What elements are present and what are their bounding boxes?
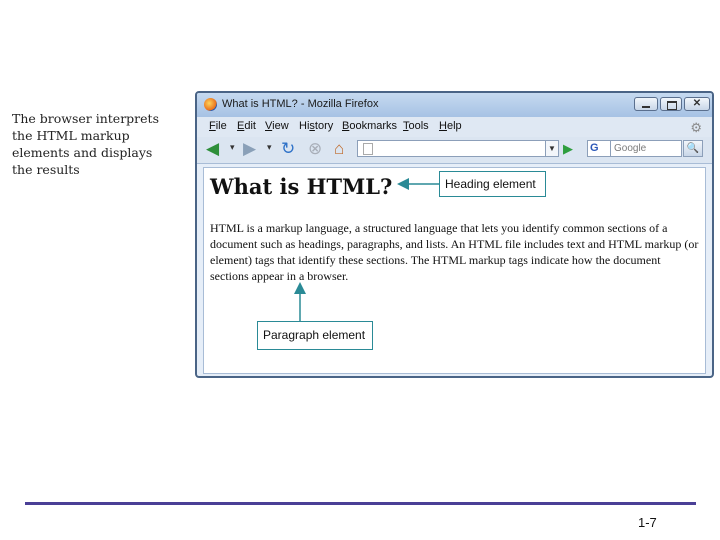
search-button[interactable]: 🔍 <box>683 140 703 157</box>
close-button[interactable]: ✕ <box>684 97 710 111</box>
menu-accel: H <box>439 120 447 132</box>
menu-edit[interactable]: Edit <box>237 120 256 132</box>
menu-bar: File Edit View History Bookmarks Tools H… <box>197 117 712 137</box>
page-icon <box>363 143 373 155</box>
url-dropdown-icon[interactable]: ▼ <box>545 140 559 157</box>
page-number: 1-7 <box>638 515 657 530</box>
search-engine-button[interactable]: G <box>587 140 611 157</box>
caption-line: elements and displays <box>12 145 153 160</box>
menu-bookmarks[interactable]: Bookmarks <box>342 120 397 132</box>
menu-view[interactable]: View <box>265 120 289 132</box>
home-icon[interactable]: ⌂ <box>334 139 344 159</box>
forward-dropdown-icon[interactable]: ▾ <box>267 142 272 153</box>
caption-line: the results <box>12 162 80 177</box>
window-title: What is HTML? - Mozilla Firefox <box>222 98 379 110</box>
menu-label: elp <box>446 120 462 132</box>
google-icon: G <box>590 142 599 154</box>
page-paragraph: HTML is a markup language, a structured … <box>210 221 699 283</box>
stop-icon[interactable]: ⊗ <box>308 139 322 159</box>
menu-label: Hi <box>299 120 310 132</box>
gear-icon[interactable]: ⚙ <box>690 120 702 136</box>
back-icon[interactable]: ◀ <box>206 139 219 159</box>
menu-label: tory <box>314 120 334 132</box>
menu-tools[interactable]: Tools <box>403 120 429 132</box>
menu-help[interactable]: Help <box>439 120 462 132</box>
minimize-button[interactable] <box>634 97 658 111</box>
navigation-toolbar: ◀ ▾ ▶ ▾ ↻ ⊗ ⌂ ▼ ▶ G Google 🔍 <box>197 137 712 164</box>
close-icon: ✕ <box>692 98 702 109</box>
menu-accel: F <box>209 120 216 132</box>
menu-history[interactable]: History <box>299 120 333 132</box>
side-caption: The browser interprets the HTML markup e… <box>12 110 182 178</box>
caption-line: The browser interprets <box>12 111 159 126</box>
heading-element-callout: Heading element <box>439 171 546 197</box>
menu-label: ookmarks <box>349 120 398 132</box>
page-heading: What is HTML? <box>210 174 393 199</box>
menu-label: ools <box>408 120 429 132</box>
paragraph-element-callout: Paragraph element <box>257 321 373 350</box>
menu-file[interactable]: File <box>209 120 227 132</box>
menu-label: dit <box>244 120 256 132</box>
menu-label: iew <box>272 120 289 132</box>
caption-line: the HTML markup <box>12 128 130 143</box>
maximize-button[interactable] <box>660 97 682 111</box>
search-placeholder: Google <box>614 143 647 154</box>
title-bar[interactable]: What is HTML? - Mozilla Firefox ✕ <box>197 93 712 118</box>
reload-icon[interactable]: ↻ <box>281 139 295 159</box>
menu-label: ile <box>215 120 227 132</box>
maximize-icon <box>661 98 681 110</box>
back-dropdown-icon[interactable]: ▾ <box>230 142 235 153</box>
firefox-icon <box>204 98 217 111</box>
footer-rule <box>25 502 696 505</box>
forward-icon[interactable]: ▶ <box>243 139 256 159</box>
go-icon[interactable]: ▶ <box>563 140 573 157</box>
search-input[interactable]: Google <box>611 140 682 157</box>
minimize-icon <box>635 98 657 110</box>
url-input[interactable] <box>357 140 557 157</box>
magnifier-icon: 🔍 <box>686 143 700 154</box>
